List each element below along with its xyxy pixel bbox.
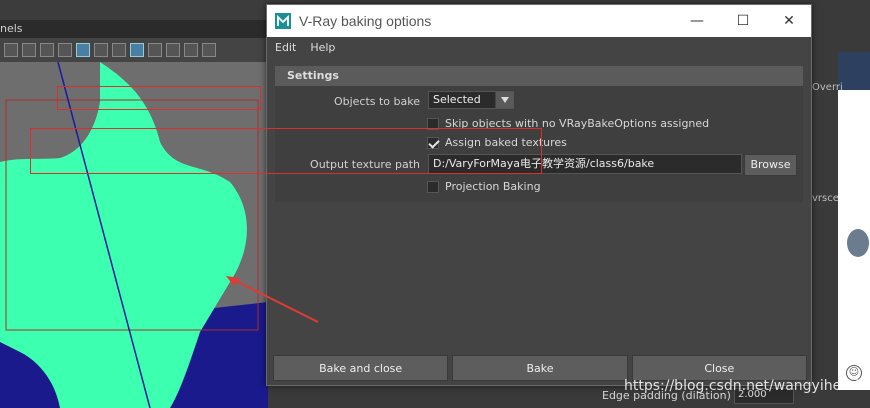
dialog-title: V-Ray baking options bbox=[299, 13, 432, 29]
viewport-toolbar bbox=[0, 38, 268, 62]
panels-menu-label[interactable]: nels bbox=[0, 22, 23, 35]
lights-icon[interactable] bbox=[166, 43, 180, 57]
projection-baking-label: Projection Baking bbox=[445, 180, 541, 193]
ao-icon[interactable] bbox=[202, 43, 216, 57]
default-material-icon[interactable] bbox=[130, 43, 144, 57]
objects-to-bake-label: Objects to bake bbox=[333, 95, 420, 108]
chevron-down-icon[interactable] bbox=[495, 92, 513, 108]
menu-help[interactable]: Help bbox=[310, 41, 335, 54]
minimize-button[interactable]: — bbox=[674, 5, 720, 37]
watermark-text: https://blog.csdn.net/wangyiheroi bbox=[624, 378, 860, 394]
annotation-arrow bbox=[226, 276, 319, 323]
maya-app-icon bbox=[275, 13, 291, 29]
smooth-shade-icon[interactable] bbox=[94, 43, 108, 57]
vray-baking-dialog: V-Ray baking options — ☐ ✕ Edit Help Set… bbox=[266, 4, 812, 386]
annotation-box-objects bbox=[57, 86, 261, 110]
projection-baking-checkbox[interactable] bbox=[427, 180, 439, 193]
wireframe-shaded-icon[interactable] bbox=[76, 43, 90, 57]
film-gate-icon[interactable] bbox=[40, 43, 54, 57]
close-window-button[interactable]: ✕ bbox=[766, 5, 812, 37]
xray-icon[interactable] bbox=[148, 43, 162, 57]
shadows-icon[interactable] bbox=[184, 43, 198, 57]
maximize-button[interactable]: ☐ bbox=[720, 5, 766, 37]
bake-and-close-button[interactable]: Bake and close bbox=[273, 355, 449, 381]
title-bar[interactable]: V-Ray baking options — ☐ ✕ bbox=[267, 5, 811, 37]
avatar[interactable] bbox=[847, 229, 869, 257]
overrides-label: Overri bbox=[812, 82, 843, 93]
side-panel-header bbox=[838, 52, 870, 90]
grid-icon[interactable] bbox=[22, 43, 36, 57]
browse-button[interactable]: Browse bbox=[744, 154, 797, 176]
bake-button[interactable]: Bake bbox=[452, 355, 628, 381]
camera-icon[interactable] bbox=[4, 43, 18, 57]
objects-to-bake-value: Selected bbox=[433, 93, 481, 106]
settings-header[interactable]: Settings bbox=[275, 66, 803, 86]
resolution-gate-icon[interactable] bbox=[58, 43, 72, 57]
menu-edit[interactable]: Edit bbox=[275, 41, 296, 54]
3d-viewport[interactable] bbox=[0, 62, 268, 408]
annotation-box-output bbox=[30, 128, 542, 174]
textured-icon[interactable] bbox=[112, 43, 126, 57]
menu-bar: Edit Help bbox=[267, 37, 811, 57]
vrscene-label: vrsce bbox=[812, 193, 839, 204]
projection-baking-row[interactable]: Projection Baking bbox=[427, 180, 541, 193]
objects-to-bake-select[interactable]: Selected bbox=[428, 91, 514, 109]
